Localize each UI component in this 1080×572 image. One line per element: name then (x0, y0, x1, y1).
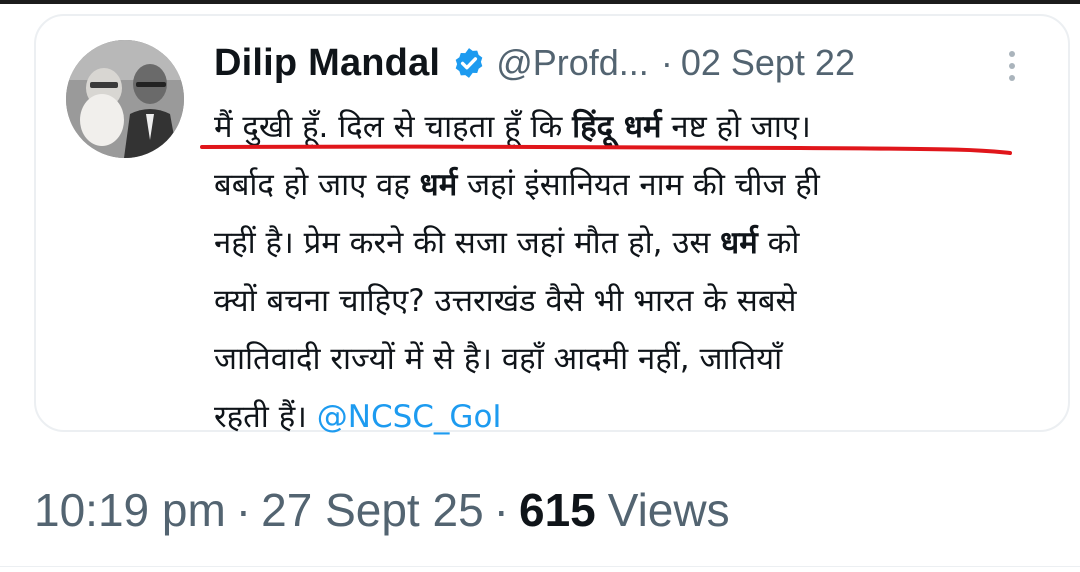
red-underline-annotation (200, 144, 1012, 155)
tweet-bold-segment: धर्म (720, 225, 758, 261)
views-label: Views (607, 484, 730, 536)
meta-separator: · (493, 484, 509, 536)
verified-badge-icon (455, 48, 483, 78)
tweet-text-segment: नष्ट हो जाए। (661, 109, 811, 145)
post-time[interactable]: 10:19 pm (34, 483, 226, 537)
tweet-line-5: जातिवादी राज्यों में से है। वहाँ आदमी नह… (214, 330, 1034, 388)
tweet-text-segment: जहां इंसानियत नाम की चीज ही (457, 167, 820, 203)
tweet-line-3: नहीं है। प्रेम करने की सजा जहां मौत हो, … (214, 214, 1034, 272)
bottom-divider (0, 566, 1080, 567)
mention-link[interactable]: @NCSC_GoI (317, 399, 502, 435)
tweet-bold-segment: धर्म (419, 167, 458, 203)
post-meta: 10:19 pm · 27 Sept 25 · 615 Views (34, 480, 730, 540)
tweet-text-segment: जातिवादी राज्यों में से है। वहाँ आदमी नह… (214, 341, 783, 377)
tweet-line-2: बर्बाद हो जाए वह धर्म जहां इंसानियत नाम … (214, 156, 1034, 214)
avatar[interactable] (66, 40, 184, 158)
tweet-header: Dilip Mandal @Profd... · 02 Sept 22 (214, 38, 855, 88)
tweet-text-segment: को (757, 225, 800, 261)
tweet-line-4: क्यों बचना चाहिए? उत्तराखंड वैसे भी भारत… (214, 272, 1034, 330)
author-name[interactable]: Dilip Mandal (214, 42, 440, 85)
post-date[interactable]: 27 Sept 25 (261, 483, 484, 537)
tweet-text-segment: क्यों बचना चाहिए? उत्तराखंड वैसे भी भारत… (214, 283, 797, 319)
meta-separator: · (235, 484, 252, 536)
header-separator: · (660, 42, 673, 83)
author-handle[interactable]: @Profd... (496, 42, 649, 84)
tweet-text-segment: मैं दुखी हूँ. दिल से चाहता हूँ कि (214, 109, 573, 145)
tweet-text-segment: नहीं है। प्रेम करने की सजा जहां मौत हो, … (214, 225, 721, 261)
views-count[interactable]: 615 (519, 483, 596, 537)
tweet-text-segment: बर्बाद हो जाए वह (214, 167, 420, 203)
tweet-text-segment: रहती हैं। (214, 399, 317, 435)
tweet-date[interactable]: 02 Sept 22 (681, 42, 855, 84)
top-divider (0, 0, 1080, 4)
screenshot-page: Dilip Mandal @Profd... · 02 Sept 22 मैं … (0, 0, 1080, 572)
more-vertical-icon[interactable] (1000, 46, 1024, 86)
tweet-bold-segment: हिंदू धर्म (572, 109, 662, 145)
tweet-line-6: रहती हैं। @NCSC_GoI (214, 388, 1034, 446)
avatar-photo (66, 40, 184, 158)
